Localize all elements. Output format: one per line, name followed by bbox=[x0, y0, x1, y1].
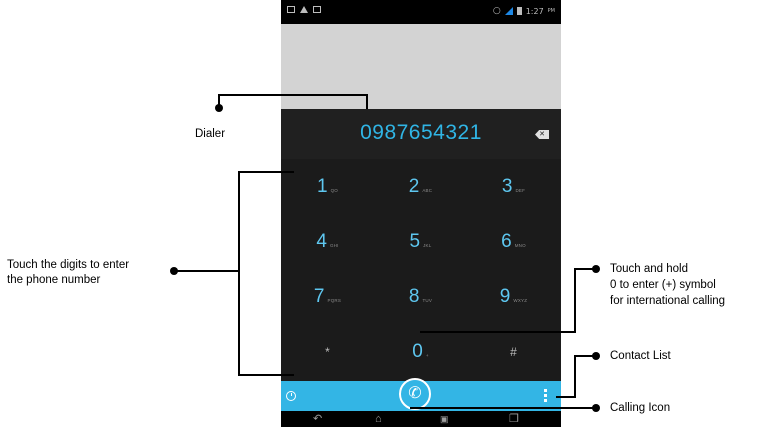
key-digit: 0 bbox=[412, 340, 423, 362]
dialed-number[interactable]: 0987654321 bbox=[281, 121, 561, 145]
key-digit: * bbox=[325, 344, 330, 359]
nav-bar: ↶ ⌂ ▣ ❐ bbox=[281, 411, 561, 427]
key-letters: GHI bbox=[329, 243, 339, 248]
hold-callout-line bbox=[420, 331, 576, 333]
phone-screen: ○ 1:27 PM 0987654321 ✕ 1 QO 2 ABC 3 DEF bbox=[281, 0, 561, 427]
contact-callout-line bbox=[556, 396, 576, 398]
digits-callout-dot bbox=[170, 267, 178, 275]
status-time: 1:27 bbox=[525, 6, 544, 16]
key-6[interactable]: 6 MNO bbox=[467, 214, 560, 269]
key-digit: 3 bbox=[501, 175, 513, 197]
number-field-row: 0987654321 ✕ bbox=[281, 109, 561, 159]
status-indicators: ○ 1:27 PM bbox=[493, 6, 555, 16]
dialer-callout-dot bbox=[215, 104, 223, 112]
key-digit: 8 bbox=[408, 285, 420, 307]
key-8[interactable]: 8 TUV bbox=[374, 269, 467, 324]
key-letters: DEF bbox=[515, 188, 526, 193]
phone-icon[interactable]: ✆ bbox=[399, 378, 431, 410]
status-ampm: PM bbox=[547, 8, 555, 14]
hold-label-line3: for international calling bbox=[610, 295, 726, 307]
key-digit: 9 bbox=[499, 285, 511, 307]
screenshot-icon[interactable]: ▣ bbox=[440, 414, 449, 425]
contact-callout-dot bbox=[592, 352, 600, 360]
notification-icon bbox=[287, 6, 295, 13]
key-letters: ABC bbox=[422, 188, 433, 193]
warning-icon bbox=[300, 6, 308, 13]
key-digit: 7 bbox=[313, 285, 325, 307]
key-digit: 5 bbox=[409, 230, 421, 252]
key-letters: PQRS bbox=[327, 298, 342, 303]
recent-apps-icon[interactable]: ❐ bbox=[509, 414, 519, 425]
key-digit: 4 bbox=[316, 230, 327, 252]
hold-label-line1: Touch and hold bbox=[610, 263, 689, 275]
digits-callout-bracket bbox=[238, 171, 240, 376]
dial-pad: 1 QO 2 ABC 3 DEF 4 GHI 5 JKL 6 MNO 7 PQR… bbox=[281, 159, 561, 381]
hold-label-line2: 0 to enter (+) symbol bbox=[610, 279, 716, 291]
calling-callout-line bbox=[410, 407, 596, 409]
hold-callout-dot bbox=[592, 265, 600, 273]
hold-callout-line bbox=[574, 268, 576, 333]
calling-callout-line bbox=[410, 411, 412, 419]
key-letters: + bbox=[425, 353, 429, 358]
key-letters: TUV bbox=[422, 298, 433, 303]
key-digit: 2 bbox=[408, 175, 420, 197]
key-letters: JKL bbox=[423, 243, 432, 248]
digits-label-line1: Touch the digits to enter bbox=[7, 259, 130, 271]
key-3[interactable]: 3 DEF bbox=[467, 159, 560, 214]
screenshot-notification-icon bbox=[313, 6, 321, 13]
digits-callout-line bbox=[176, 270, 240, 272]
status-notifications bbox=[287, 6, 321, 13]
dialer-callout-line bbox=[218, 94, 368, 96]
key-digit: 1 bbox=[317, 175, 328, 197]
dialer-callout-line bbox=[366, 94, 368, 109]
signal-icon bbox=[504, 7, 513, 15]
calling-icon-label: Calling Icon bbox=[610, 402, 671, 414]
wifi-icon: ○ bbox=[492, 6, 501, 16]
key-2[interactable]: 2 ABC bbox=[374, 159, 467, 214]
key-1[interactable]: 1 QO bbox=[281, 159, 374, 214]
dialer-label: Dialer bbox=[195, 128, 226, 140]
digits-callout-bracket bbox=[238, 374, 294, 376]
key-9[interactable]: 9 WXYZ bbox=[467, 269, 560, 324]
key-letters: QO bbox=[330, 188, 338, 193]
key-letters: MNO bbox=[514, 243, 526, 248]
clock-icon[interactable] bbox=[286, 391, 296, 401]
key-letters: WXYZ bbox=[513, 298, 528, 303]
key-star[interactable]: * bbox=[281, 324, 374, 379]
key-digit: 6 bbox=[501, 230, 512, 252]
battery-icon bbox=[516, 7, 522, 15]
status-bar: ○ 1:27 PM bbox=[281, 0, 561, 24]
dialer-panel: 0987654321 ✕ 1 QO 2 ABC 3 DEF 4 GHI 5 JK… bbox=[281, 109, 561, 381]
contact-list-label: Contact List bbox=[610, 350, 671, 362]
digits-callout-bracket bbox=[238, 171, 294, 173]
key-5[interactable]: 5 JKL bbox=[374, 214, 467, 269]
key-7[interactable]: 7 PQRS bbox=[281, 269, 374, 324]
key-digit: # bbox=[510, 344, 517, 359]
menu-icon[interactable] bbox=[544, 389, 547, 402]
back-icon[interactable]: ↶ bbox=[313, 414, 322, 425]
contact-callout-line bbox=[574, 355, 576, 398]
calling-callout-dot bbox=[592, 404, 600, 412]
home-icon[interactable]: ⌂ bbox=[375, 414, 382, 425]
key-4[interactable]: 4 GHI bbox=[281, 214, 374, 269]
digits-label-line2: the phone number bbox=[7, 274, 101, 286]
dialer-header-area bbox=[281, 24, 561, 109]
